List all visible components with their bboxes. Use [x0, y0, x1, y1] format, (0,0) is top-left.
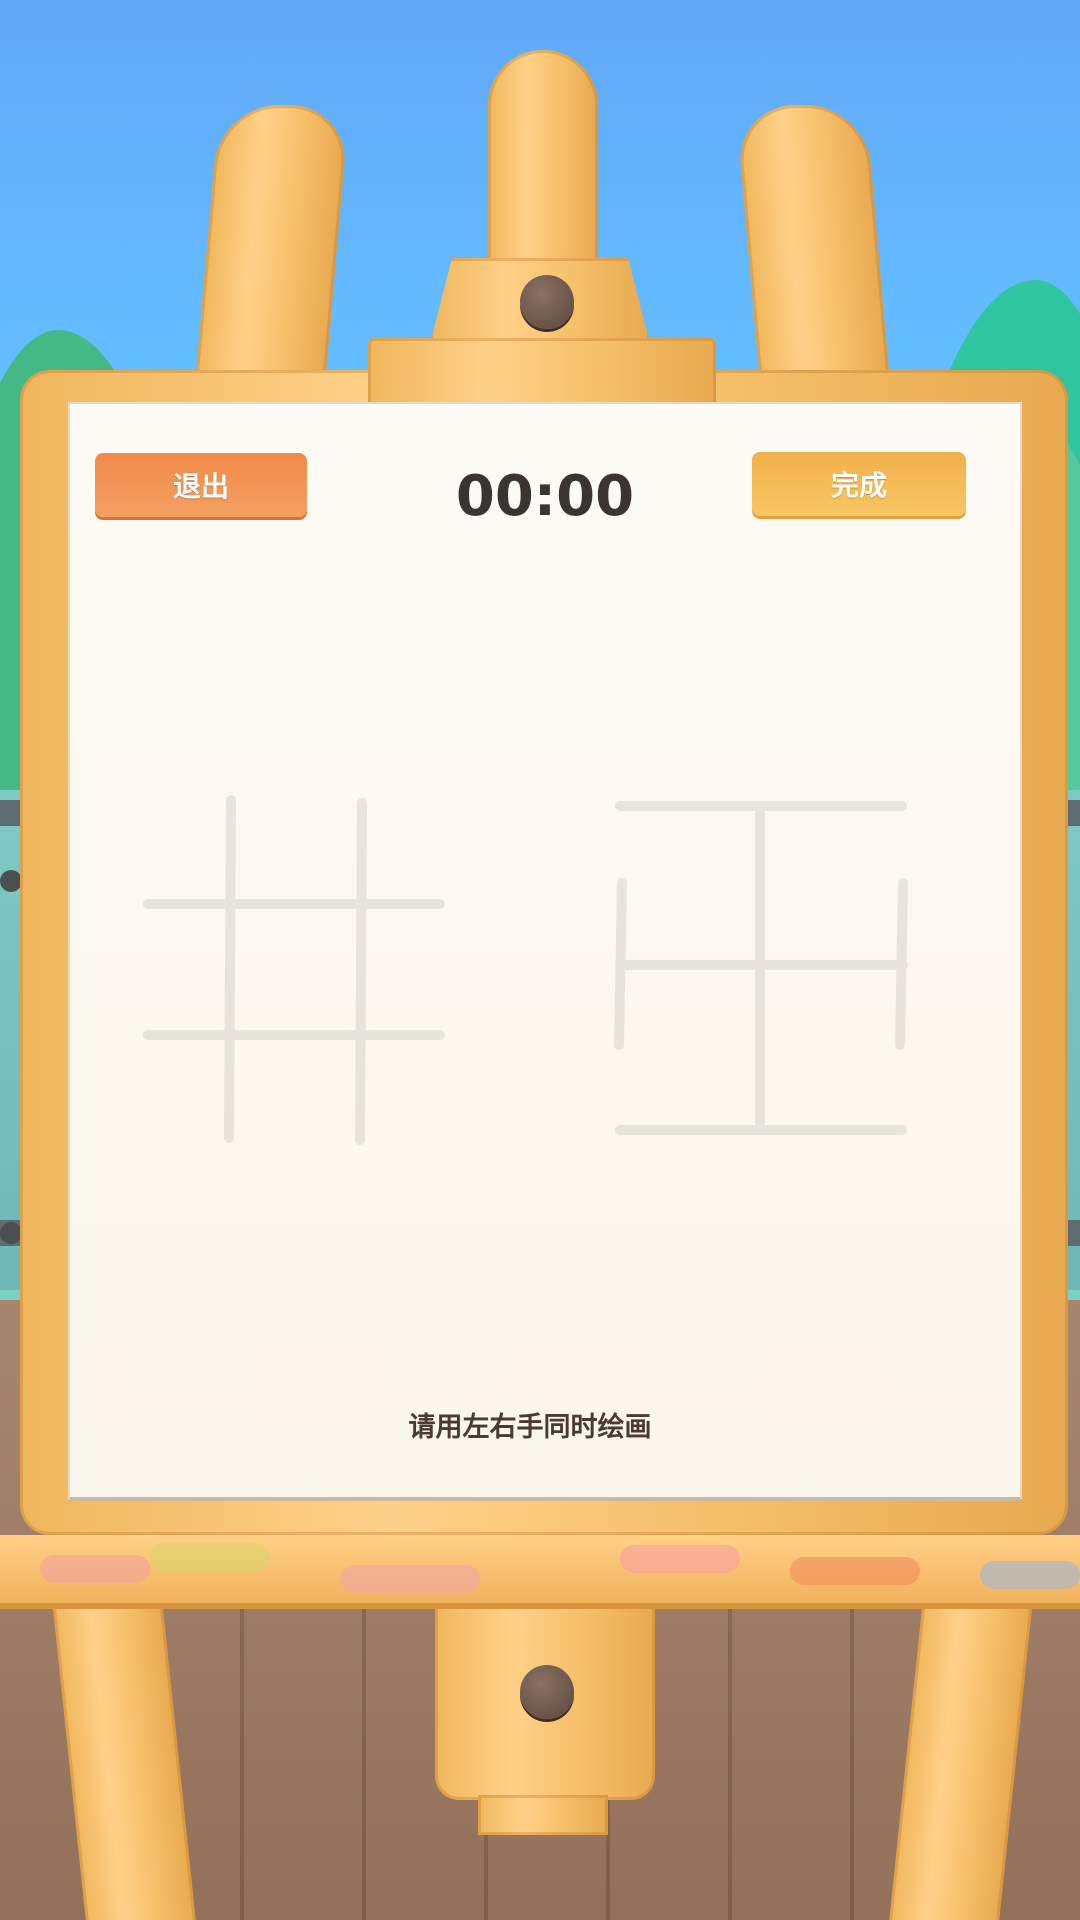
guide-line	[224, 795, 236, 1143]
game-scene: 退出 00:00 完成 请用左右手同时绘画	[0, 0, 1080, 1920]
drawing-guides	[143, 795, 908, 1145]
instruction-text: 请用左右手同时绘画	[408, 1412, 652, 1443]
left-guide-hash	[143, 795, 445, 1145]
guide-line	[355, 798, 367, 1145]
right-guide-grid	[614, 801, 908, 1135]
